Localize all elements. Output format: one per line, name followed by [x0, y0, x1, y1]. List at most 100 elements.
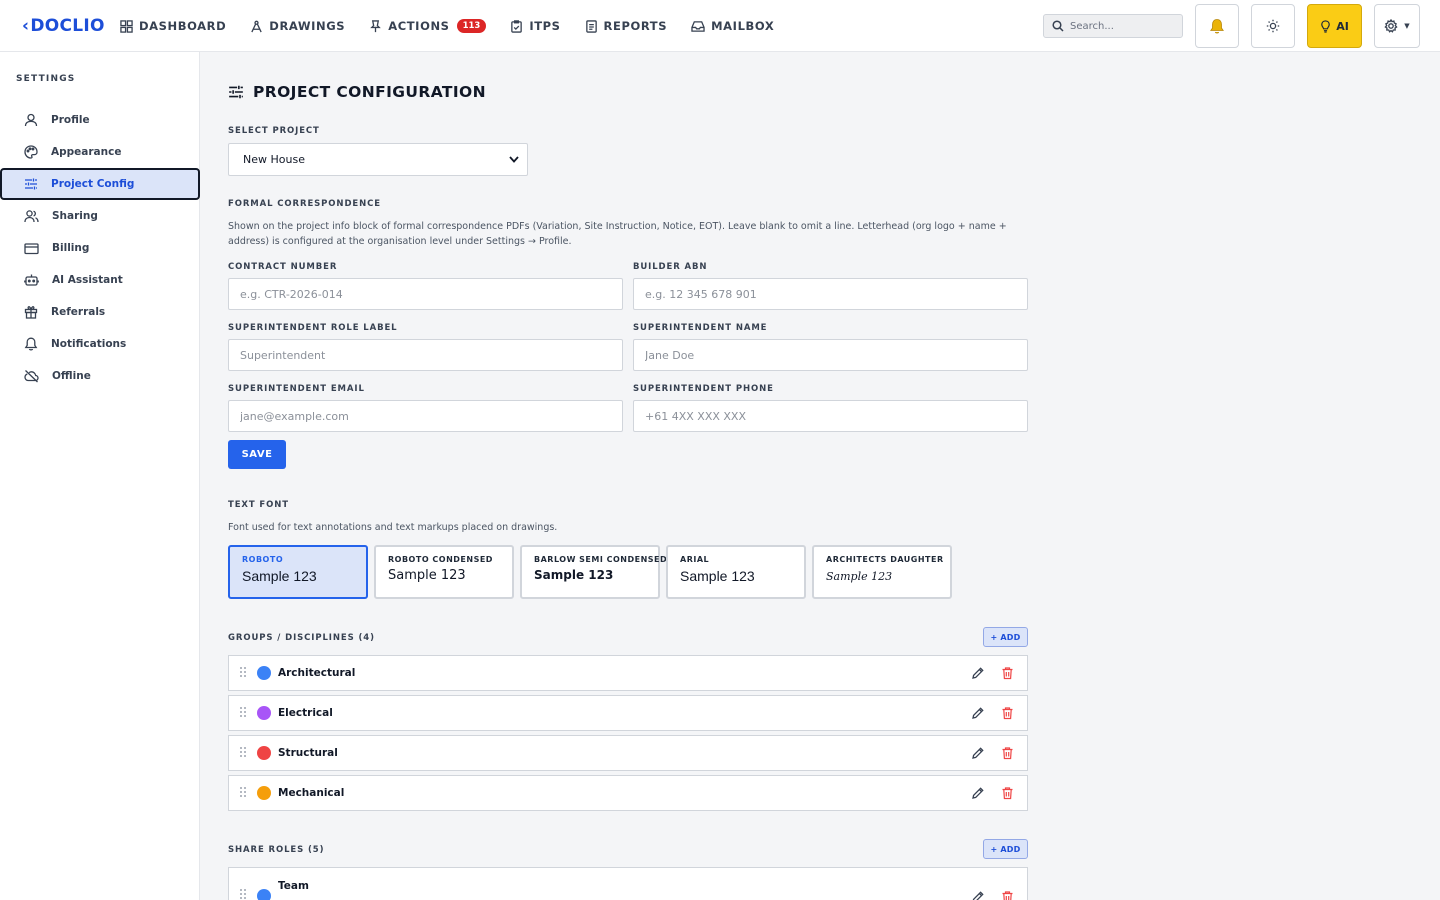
sidebar-item-label: Referrals	[51, 306, 106, 318]
notifications-button[interactable]	[1195, 4, 1239, 48]
theme-toggle-button[interactable]	[1251, 4, 1295, 48]
top-bar: ‹ DOCLIO DASHBOARD DRAWINGS ACTIONS 113 …	[0, 0, 1440, 52]
drag-handle-icon[interactable]	[239, 706, 247, 718]
gear-icon	[1384, 19, 1398, 33]
bot-icon	[24, 274, 39, 286]
drag-handle-icon[interactable]	[239, 746, 247, 758]
font-option-arial[interactable]: ARIAL Sample 123	[666, 545, 806, 599]
sidebar-item-label: Sharing	[52, 210, 98, 222]
logo-text: DOCLIO	[30, 16, 105, 36]
nav-dashboard-label: DASHBOARD	[139, 19, 227, 33]
share-roles-label: SHARE ROLES (5)	[228, 845, 325, 855]
nav-drawings[interactable]: DRAWINGS	[250, 19, 345, 33]
pin-icon	[370, 19, 381, 32]
drag-handle-icon[interactable]	[239, 888, 247, 900]
sidebar-item-label: Billing	[52, 242, 90, 254]
font-option-barlow-semi-condensed[interactable]: BARLOW SEMI CONDENSED Sample 123	[520, 545, 667, 599]
nav-dashboard[interactable]: DASHBOARD	[120, 19, 226, 33]
drag-handle-icon[interactable]	[239, 666, 247, 678]
font-option-sample: Sample 123	[826, 570, 893, 583]
settings-menu-button[interactable]: ▼	[1374, 4, 1420, 48]
sidebar-item-appearance[interactable]: Appearance	[0, 136, 200, 168]
pencil-icon[interactable]	[971, 746, 985, 760]
logo[interactable]: ‹ DOCLIO	[22, 12, 105, 40]
nav-itps[interactable]: ITPS	[510, 19, 560, 33]
contract-number-field[interactable]	[228, 278, 623, 310]
superintendent-name-field[interactable]	[633, 339, 1028, 371]
nav-actions[interactable]: ACTIONS 113	[369, 19, 487, 33]
sun-icon	[1266, 19, 1280, 33]
group-row: Electrical	[228, 695, 1028, 731]
trash-icon[interactable]	[1001, 666, 1014, 680]
sidebar-item-sharing[interactable]: Sharing	[0, 200, 200, 232]
text-font-label: TEXT FONT	[228, 500, 289, 510]
nav-itps-label: ITPS	[529, 19, 561, 33]
font-option-sample: Sample 123	[242, 568, 317, 584]
font-option-sample: Sample 123	[680, 568, 755, 584]
builder-abn-field[interactable]	[633, 278, 1028, 310]
sidebar-item-ai-assistant[interactable]: AI Assistant	[0, 264, 200, 296]
font-option-name: ARIAL	[680, 555, 710, 564]
page-title-text: PROJECT CONFIGURATION	[253, 83, 486, 101]
sidebar-item-project-config[interactable]: Project Config	[0, 168, 200, 200]
save-button[interactable]: SAVE	[228, 440, 286, 469]
font-option-sample: Sample 123	[388, 568, 466, 583]
pencil-icon[interactable]	[971, 890, 985, 900]
ai-button[interactable]: AI	[1307, 4, 1362, 48]
builder-abn-label: BUILDER ABN	[633, 262, 708, 272]
logo-chevron: ‹	[22, 16, 30, 36]
sidebar-item-label: Offline	[52, 370, 91, 382]
actions-count-badge: 113	[456, 19, 487, 33]
group-row: Architectural	[228, 655, 1028, 691]
trash-icon[interactable]	[1001, 706, 1014, 720]
clipboard-check-icon	[511, 19, 523, 33]
main-nav: DASHBOARD DRAWINGS ACTIONS 113 ITPS REPO…	[120, 0, 798, 52]
text-font-help: Font used for text annotations and text …	[228, 522, 558, 533]
chevron-down-icon	[509, 156, 519, 163]
share-role-row: Team	[228, 867, 1028, 900]
pencil-icon[interactable]	[971, 706, 985, 720]
add-share-role-button[interactable]: + ADD	[983, 839, 1028, 859]
project-select[interactable]: New House	[228, 143, 528, 176]
groups-label: GROUPS / DISCIPLINES (4)	[228, 633, 375, 643]
page-title: PROJECT CONFIGURATION	[228, 83, 486, 101]
sidebar-item-profile[interactable]: Profile	[0, 104, 200, 136]
compass-icon	[251, 20, 263, 32]
trash-icon[interactable]	[1001, 746, 1014, 760]
superintendent-email-field[interactable]	[228, 400, 623, 432]
font-option-sample: Sample 123	[534, 568, 614, 582]
font-option-roboto[interactable]: ROBOTO Sample 123	[228, 545, 368, 599]
sidebar-item-notifications[interactable]: Notifications	[0, 328, 200, 360]
font-option-architects-daughter[interactable]: ARCHITECTS DAUGHTER Sample 123	[812, 545, 952, 599]
trash-icon[interactable]	[1001, 786, 1014, 800]
trash-icon[interactable]	[1001, 890, 1014, 900]
sliders-icon	[229, 85, 243, 99]
group-name: Mechanical	[278, 787, 345, 799]
cloud-off-icon	[24, 370, 39, 383]
project-select-value: New House	[243, 153, 305, 166]
search-box[interactable]	[1043, 14, 1183, 38]
font-option-roboto-condensed[interactable]: ROBOTO CONDENSED Sample 123	[374, 545, 514, 599]
grid-icon	[120, 19, 133, 33]
group-name: Electrical	[278, 707, 333, 719]
bell-icon	[1210, 18, 1224, 33]
role-name: Team	[278, 880, 309, 892]
pencil-icon[interactable]	[971, 666, 985, 680]
superintendent-role-field[interactable]	[228, 339, 623, 371]
pencil-icon[interactable]	[971, 786, 985, 800]
sidebar-item-referrals[interactable]: Referrals	[0, 296, 200, 328]
superintendent-phone-field[interactable]	[633, 400, 1028, 432]
settings-sidebar: SETTINGS Profile Appearance Project Conf…	[0, 52, 200, 900]
sidebar-item-offline[interactable]: Offline	[0, 360, 200, 392]
palette-icon	[24, 145, 38, 159]
search-input[interactable]	[1070, 20, 1170, 32]
group-name: Architectural	[278, 667, 356, 679]
group-row: Structural	[228, 735, 1028, 771]
nav-mailbox[interactable]: MAILBOX	[691, 19, 774, 33]
nav-reports[interactable]: REPORTS	[585, 19, 668, 33]
formal-correspondence-label: FORMAL CORRESPONDENCE	[228, 199, 381, 209]
drag-handle-icon[interactable]	[239, 786, 247, 798]
group-color-dot	[257, 786, 271, 800]
sidebar-item-billing[interactable]: Billing	[0, 232, 200, 264]
add-group-button[interactable]: + ADD	[983, 627, 1028, 647]
